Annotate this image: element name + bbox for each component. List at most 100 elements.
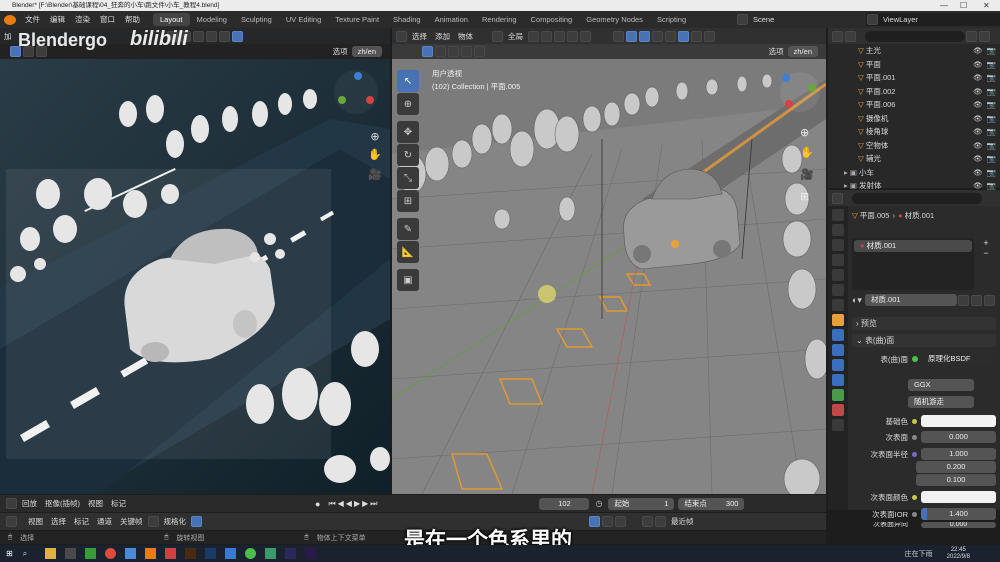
select-extend-tool-icon[interactable] — [448, 46, 459, 57]
solid-shading-icon[interactable] — [665, 30, 676, 42]
transform-tool-icon[interactable]: ⊞ — [397, 190, 419, 212]
base-color-swatch[interactable] — [921, 415, 996, 427]
select-box-tool-icon[interactable] — [422, 46, 433, 57]
tab-modeling[interactable]: Modeling — [190, 13, 234, 26]
timeline-playback-menu[interactable]: 回放 — [18, 498, 41, 509]
timeline-marker-menu[interactable]: 标记 — [107, 498, 130, 509]
timeline-editor-icon[interactable] — [6, 498, 17, 509]
subsurface-color-swatch[interactable] — [921, 491, 996, 503]
tab-sculpting[interactable]: Sculpting — [234, 13, 279, 26]
add-slot-button[interactable]: + — [978, 238, 994, 248]
outliner-newcoll-icon[interactable] — [979, 30, 990, 42]
dopesheet-marker-menu[interactable]: 标记 — [70, 516, 93, 527]
overlay-toggle-icon[interactable] — [639, 30, 650, 42]
main-camera-icon[interactable]: 🎥 — [800, 168, 814, 181]
tab-geometry-nodes[interactable]: Geometry Nodes — [579, 13, 650, 26]
chrome-app-icon[interactable] — [105, 548, 117, 559]
material-slot-item[interactable]: ● 材质.001 — [854, 240, 972, 252]
snap-icon[interactable] — [541, 30, 552, 42]
visibility-eye-icon[interactable]: 👁 — [973, 73, 983, 82]
preview-panel-header[interactable]: › 预览 — [852, 317, 996, 330]
photoshop-app-icon[interactable] — [205, 548, 217, 559]
world-tab-icon[interactable] — [832, 284, 844, 296]
pan-hand-icon[interactable]: ✋ — [366, 148, 384, 161]
output-tab-icon[interactable] — [832, 239, 844, 251]
wechat-app-icon[interactable] — [265, 548, 277, 559]
camera-render-icon[interactable]: 📷 — [987, 141, 996, 150]
blender-logo-icon[interactable] — [4, 14, 16, 25]
taskbar-weather[interactable]: 庄在下雨 — [905, 549, 933, 559]
outliner-item[interactable]: ▽ 平面.001 👁 📷 — [858, 71, 1000, 85]
explorer-app-icon[interactable] — [45, 548, 57, 559]
fake-user-icon[interactable] — [958, 294, 969, 306]
physics-tab-icon[interactable] — [832, 359, 844, 371]
menu-file[interactable]: 文件 — [20, 14, 45, 25]
outliner-item[interactable]: ▽ 空物体 👁 📷 — [858, 139, 1000, 153]
measure-tool-icon[interactable]: 📐 — [397, 241, 419, 263]
filter-hidden-icon[interactable] — [615, 516, 626, 527]
visibility-eye-icon[interactable]: 👁 — [973, 114, 983, 123]
app-icon[interactable] — [85, 548, 97, 559]
rendered-shading-icon[interactable] — [704, 30, 715, 42]
tab-texture-paint[interactable]: Texture Paint — [328, 13, 386, 26]
illustrator-app-icon[interactable] — [185, 548, 197, 559]
select-subtract-icon[interactable] — [461, 46, 472, 57]
tab-uv-editing[interactable]: UV Editing — [279, 13, 328, 26]
cursor-tool-icon[interactable]: ⊕ — [397, 93, 419, 115]
app-icon[interactable] — [165, 548, 177, 559]
material-browse-icon[interactable]: ◐▾ — [852, 295, 862, 306]
snap-target-icon[interactable] — [554, 30, 565, 42]
modifier-tab-icon[interactable] — [832, 329, 844, 341]
outliner-item[interactable]: ▽ 平面 👁 📷 — [858, 58, 1000, 72]
pivot-icon[interactable] — [528, 30, 539, 42]
distribution-dropdown[interactable]: GGX — [908, 379, 974, 391]
shading-material-icon[interactable] — [218, 30, 230, 42]
radius-x-field[interactable]: 1.000 — [921, 448, 996, 460]
subsurface-anisotropy-field[interactable]: 0.000 — [921, 522, 996, 528]
viewport-options[interactable]: 选项 — [329, 46, 352, 57]
select-invert-icon[interactable] — [474, 46, 485, 57]
annotate-tool-icon[interactable]: ✎ — [397, 218, 419, 240]
menu-render[interactable]: 渲染 — [70, 14, 95, 25]
camera-render-icon[interactable]: 📷 — [987, 127, 996, 136]
end-frame-field[interactable]: 结束点 300 — [678, 497, 745, 510]
outliner-search-input[interactable] — [865, 30, 965, 42]
material-name-field[interactable]: 材质.001 — [864, 294, 957, 306]
scene-tab-icon[interactable] — [832, 269, 844, 281]
current-frame-field[interactable]: 102 — [539, 497, 590, 510]
render-tab-icon[interactable] — [832, 224, 844, 236]
main-viewport-options[interactable]: 选项 — [765, 46, 788, 57]
tab-scripting[interactable]: Scripting — [650, 13, 693, 26]
zoom-icon[interactable]: ⊕ — [366, 130, 384, 143]
rotate-tool-icon[interactable]: ↻ — [397, 144, 419, 166]
visibility-eye-icon[interactable]: 👁 — [973, 154, 983, 163]
constraints-tab-icon[interactable] — [832, 374, 844, 386]
collection-tab-icon[interactable] — [832, 299, 844, 311]
subsurface-field[interactable]: 0.000 — [921, 431, 996, 443]
sync-icon[interactable] — [191, 516, 202, 527]
camera-render-icon[interactable]: 📷 — [987, 73, 996, 82]
main-3d-viewport[interactable]: 选择 添加 物体 全局 选项 zh/en 用户透视 (102) Collecti… — [392, 28, 826, 494]
shading-solid-icon[interactable] — [205, 30, 217, 42]
camera-render-icon[interactable]: 📷 — [987, 100, 996, 109]
wireframe-shading-icon[interactable] — [678, 30, 689, 42]
app-icon[interactable] — [65, 548, 77, 559]
scale-tool-icon[interactable]: ⤡ — [397, 167, 419, 189]
playback-controls-icon[interactable]: ⏮◀◀▶▶⏭ — [328, 499, 379, 509]
visibility-eye-icon[interactable]: 👁 — [973, 46, 983, 55]
menu-select[interactable]: 选择 — [408, 31, 431, 42]
remove-slot-button[interactable]: − — [978, 248, 994, 258]
dopesheet-key-menu[interactable]: 关键帧 — [116, 516, 147, 527]
subsurface-method-dropdown[interactable]: 随机游走 — [908, 396, 974, 408]
radius-y-field[interactable]: 0.200 — [916, 461, 996, 473]
blender-app-icon[interactable] — [145, 548, 157, 559]
menu-help[interactable]: 帮助 — [120, 14, 145, 25]
dopesheet-editor-icon[interactable] — [6, 516, 17, 527]
camera-render-icon[interactable]: 📷 — [987, 60, 996, 69]
main-pan-icon[interactable]: ✋ — [800, 146, 814, 159]
outliner-funnel-icon[interactable] — [966, 30, 977, 42]
particles-tab-icon[interactable] — [832, 344, 844, 356]
funnel-icon[interactable] — [642, 516, 653, 527]
outliner-item[interactable]: ▽ 平面.002 👁 📷 — [858, 85, 1000, 99]
filter-selected-icon[interactable] — [589, 516, 600, 527]
